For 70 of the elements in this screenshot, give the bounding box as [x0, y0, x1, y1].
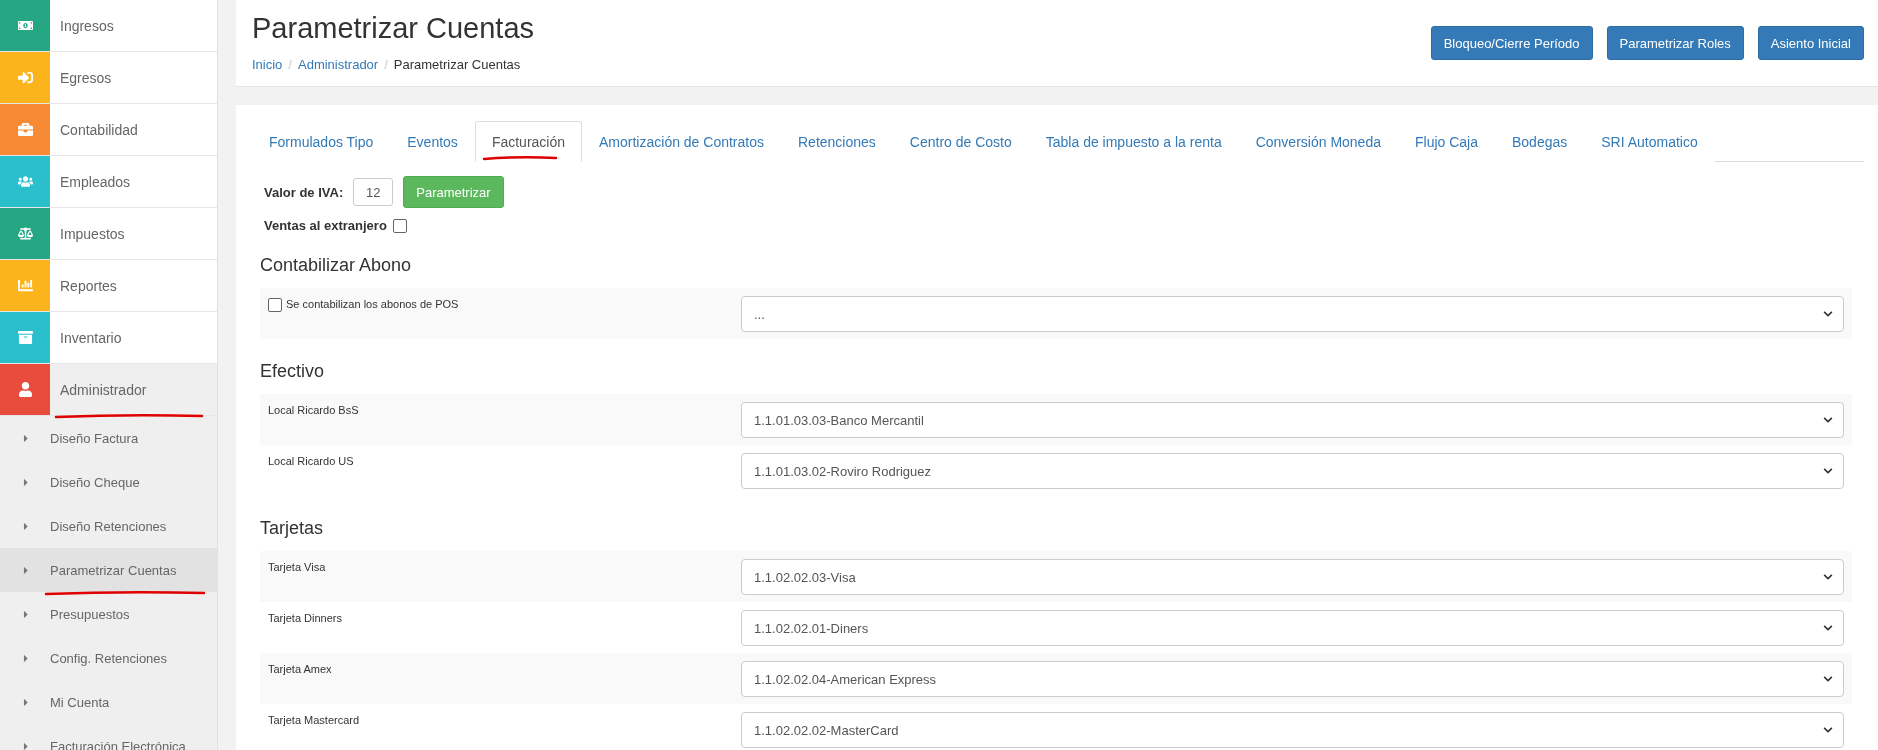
sidebar-module[interactable]: Empleados [0, 156, 217, 208]
breadcrumb-separator: / [288, 57, 292, 72]
chevron-down-icon [1823, 415, 1833, 425]
briefcase-icon [17, 122, 33, 137]
account-select[interactable]: 1.1.02.02.01-Diners [741, 610, 1844, 646]
account-select[interactable]: 1.1.02.02.04-American Express [741, 661, 1844, 697]
caret-icon [22, 564, 30, 576]
row-label: Se contabilizan los abonos de POS [286, 298, 459, 310]
sidebar-subitem[interactable]: Diseño Cheque [0, 460, 217, 504]
sign-in-icon [17, 70, 33, 85]
breadcrumb-link[interactable]: Inicio [252, 57, 283, 72]
chevron-down-icon [1823, 309, 1833, 319]
breadcrumb-separator: / [384, 57, 388, 72]
row-label: Tarjeta Mastercard [268, 714, 360, 726]
chevron-down-icon [1823, 623, 1833, 633]
sidebar-module[interactable]: Reportes [0, 260, 217, 312]
chevron-down-icon [1823, 572, 1833, 582]
user-icon [17, 382, 33, 397]
checkbox[interactable] [268, 298, 282, 312]
users-icon [17, 174, 33, 189]
header-button[interactable]: Bloqueo/Cierre Período [1430, 26, 1593, 60]
checkbox[interactable] [392, 218, 407, 233]
page-title: Parametrizar Cuentas [252, 12, 535, 45]
chevron-down-icon [1823, 725, 1833, 735]
header-button[interactable]: Asiento Inicial [1757, 26, 1864, 60]
sidebar-module[interactable]: Ingresos [0, 0, 217, 52]
iva-input[interactable]: 12 [353, 178, 394, 206]
row-label: Tarjeta Dinners [268, 612, 342, 624]
sidebar-module[interactable]: Inventario [0, 312, 217, 364]
tab[interactable]: Facturación [474, 121, 583, 162]
account-select[interactable]: 1.1.02.02.03-Visa [741, 559, 1844, 595]
section-heading: Tarjetas [260, 518, 325, 539]
caret-icon [22, 740, 30, 750]
sidebar-subitem[interactable]: Diseño Factura [0, 416, 217, 460]
archive-box-icon [17, 330, 33, 345]
caret-icon [22, 476, 30, 488]
row-label: Tarjeta Amex [268, 663, 332, 675]
sidebar-subitem[interactable]: Presupuestos [0, 592, 217, 636]
row-label: Tarjeta Visa [268, 561, 326, 573]
section-heading: Contabilizar Abono [260, 255, 413, 276]
account-select[interactable]: ... [741, 296, 1844, 332]
chevron-down-icon [1823, 466, 1833, 476]
row-label: Local Ricardo US [268, 455, 354, 467]
sidebar-module[interactable]: Impuestos [0, 208, 217, 260]
scale-icon [17, 226, 33, 241]
row-label: Local Ricardo BsS [268, 404, 359, 416]
sidebar-subitem[interactable]: Facturación Electrónica [0, 724, 217, 750]
breadcrumb-link[interactable]: Administrador [298, 57, 379, 72]
account-select[interactable]: 1.1.02.02.02-MasterCard [741, 712, 1844, 748]
sidebar-subitem[interactable]: Mi Cuenta [0, 680, 217, 724]
iva-label: Valor de IVA: [264, 184, 344, 200]
caret-icon [22, 608, 30, 620]
caret-icon [22, 696, 30, 708]
caret-icon [22, 520, 30, 532]
caret-icon [22, 652, 30, 664]
sidebar-module[interactable]: Administrador [0, 364, 217, 416]
current-page-text: Parametrizar Cuentas [393, 57, 521, 72]
section-heading: Efectivo [260, 361, 326, 382]
sidebar-module[interactable]: Egresos [0, 52, 217, 104]
account-select[interactable]: 1.1.01.03.02-Roviro Rodriguez [741, 453, 1844, 489]
account-select[interactable]: 1.1.01.03.03-Banco Mercantil [741, 402, 1844, 438]
sidebar-subitem[interactable]: Config. Retenciones [0, 636, 217, 680]
caret-icon [22, 432, 30, 444]
header-button[interactable]: Parametrizar Roles [1606, 26, 1744, 60]
money-bill-icon [17, 18, 33, 33]
bar-chart-icon [17, 278, 33, 293]
sidebar-subitem[interactable]: Diseño Retenciones [0, 504, 217, 548]
foreign-sales-label: Ventas al extranjero [264, 218, 387, 233]
sidebar-module[interactable]: Contabilidad [0, 104, 217, 156]
chevron-down-icon [1823, 674, 1833, 684]
